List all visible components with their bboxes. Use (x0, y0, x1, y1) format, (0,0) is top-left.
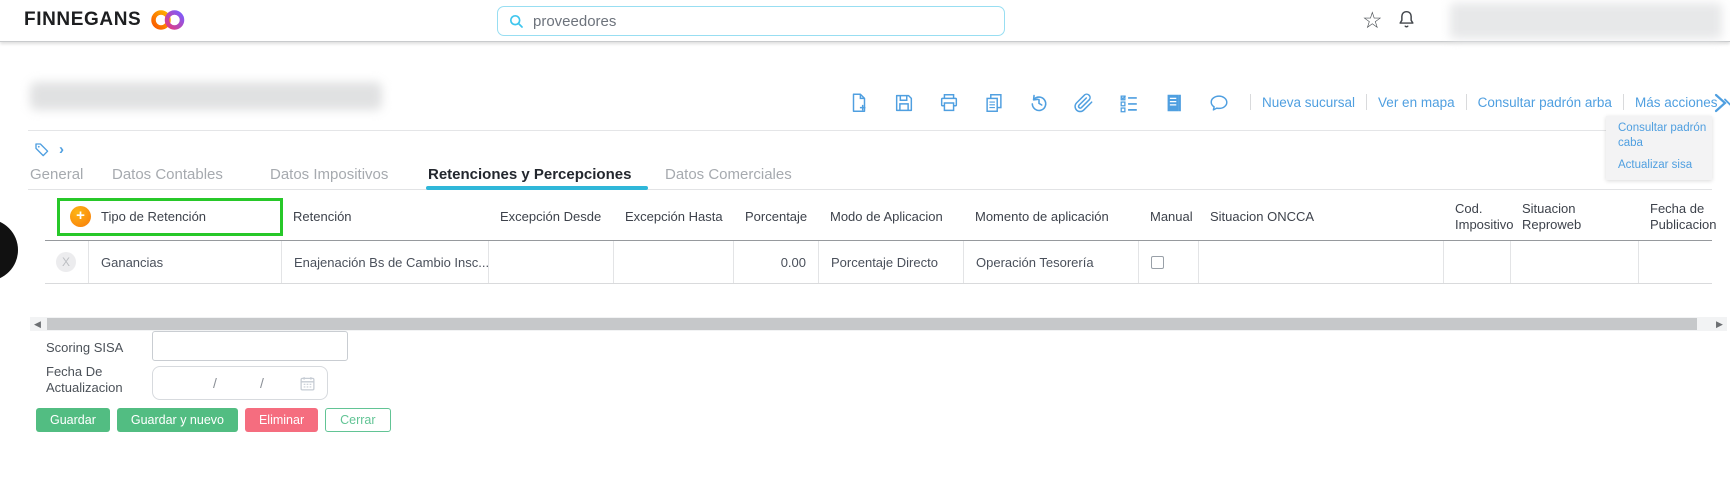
top-navigation-bar: FINNEGANS ☆ (0, 0, 1730, 42)
col-header-excepcion-desde: Excepción Desde (500, 209, 602, 224)
app-window: FINNEGANS ☆ (0, 0, 1730, 484)
date-separator: / (260, 375, 264, 391)
row-cell-manual (1138, 241, 1198, 283)
delete-row-icon[interactable]: X (56, 252, 76, 272)
search-icon (509, 14, 523, 28)
action-consultar-padron-arba[interactable]: Consultar padrón arba (1478, 95, 1612, 110)
tab-datos-impositivos[interactable]: Datos Impositivos (270, 166, 388, 183)
row-cell-excepcion-desde[interactable] (488, 241, 613, 283)
col-header-situacion-reproweb: Situacion Reproweb (1522, 201, 1582, 232)
date-separator: / (213, 375, 217, 391)
breadcrumb-chevron-icon: › (59, 141, 64, 158)
history-icon[interactable] (1028, 92, 1050, 114)
menu-item-consultar-padron-caba[interactable]: Consultar padrón caba (1618, 121, 1708, 151)
user-account-blurred[interactable] (1450, 3, 1722, 39)
separator (1366, 94, 1368, 110)
table-row: X Ganancias Enajenación Bs de Cambio Ins… (45, 240, 1712, 284)
new-document-icon[interactable] (848, 92, 870, 114)
mas-acciones-label: Más acciones (1634, 94, 1718, 110)
copy-icon[interactable] (983, 92, 1005, 114)
row-cell-momento[interactable]: Operación Tesorería (963, 241, 1138, 283)
col-header-fecha-publicacion: Fecha de Publicacion (1650, 201, 1717, 232)
tabs-baseline (28, 189, 1712, 190)
report-icon[interactable] (1163, 92, 1185, 114)
scoring-sisa-input[interactable] (152, 331, 348, 361)
tab-datos-contables[interactable]: Datos Contables (112, 166, 223, 183)
col-header-situacion-oncca: Situacion ONCCA (1210, 209, 1315, 224)
scrollbar-left-arrow[interactable]: ◀ (30, 317, 45, 331)
save-button[interactable]: Guardar (36, 408, 110, 432)
col-header-porcentaje: Porcentaje (745, 209, 808, 224)
search-input[interactable] (533, 12, 994, 30)
col-header-retencion: Retención (293, 209, 352, 224)
form-buttons: Guardar Guardar y nuevo Eliminar Cerrar (36, 408, 391, 432)
fecha-actualizacion-date-input[interactable]: / / (152, 366, 328, 400)
print-icon[interactable] (938, 92, 960, 114)
tab-datos-comerciales[interactable]: Datos Comerciales (665, 166, 792, 183)
horizontal-scrollbar[interactable]: ◀ ▶ (30, 317, 1727, 331)
row-cell-situacion-oncca[interactable] (1198, 241, 1443, 283)
delete-button[interactable]: Eliminar (244, 408, 319, 432)
calendar-icon[interactable] (299, 375, 316, 392)
col-header-tipo-retencion: Tipo de Retención (101, 209, 207, 224)
record-action-links: Nueva sucursal Ver en mapa Consultar pad… (1250, 94, 1730, 110)
fecha-actualizacion-label: Fecha De Actualizacion (46, 364, 123, 395)
row-cell-tipo[interactable]: Ganancias (88, 241, 281, 283)
save-icon[interactable] (893, 92, 915, 114)
comments-icon[interactable] (1208, 92, 1230, 114)
chevron-down-icon (1723, 98, 1730, 106)
save-and-new-button[interactable]: Guardar y nuevo (116, 408, 238, 432)
scrollbar-right-arrow[interactable]: ▶ (1712, 317, 1727, 331)
tag-icon[interactable] (34, 142, 50, 158)
brand-wordmark: FINNEGANS (24, 9, 142, 30)
separator (1465, 94, 1467, 110)
manual-checkbox[interactable] (1151, 255, 1164, 269)
row-cell-modo[interactable]: Porcentaje Directo (818, 241, 963, 283)
attachment-icon[interactable] (1073, 92, 1095, 114)
tab-general[interactable]: General (30, 166, 83, 183)
action-ver-en-mapa[interactable]: Ver en mapa (1378, 95, 1455, 110)
col-header-excepcion-hasta: Excepción Hasta (625, 209, 723, 224)
annotation-cursor-dot (0, 219, 18, 281)
record-toolbar (848, 92, 1230, 114)
scrollbar-thumb[interactable] (47, 318, 1697, 330)
row-cell-fecha-publicacion[interactable] (1638, 241, 1712, 283)
row-cell-porcentaje[interactable]: 0.00 (733, 241, 818, 283)
mas-acciones-dropdown: Consultar padrón caba Actualizar sisa (1606, 116, 1712, 180)
row-cell-delete: X (45, 241, 88, 283)
global-search (497, 6, 1005, 36)
col-header-momento-aplicacion: Momento de aplicación (975, 209, 1109, 224)
close-button[interactable]: Cerrar (325, 408, 391, 432)
mas-acciones-menu[interactable]: Más acciones (1635, 95, 1730, 110)
separator (1250, 94, 1251, 110)
checklist-icon[interactable] (1118, 92, 1140, 114)
action-nueva-sucursal[interactable]: Nueva sucursal (1262, 95, 1355, 110)
add-row-plus-button[interactable]: + (70, 206, 91, 227)
notifications-bell-icon[interactable] (1396, 8, 1417, 37)
col-header-cod-impositivo: Cod. Impositivo (1455, 201, 1514, 232)
separator (1622, 94, 1624, 110)
col-header-manual: Manual (1150, 209, 1193, 224)
row-cell-excepcion-hasta[interactable] (613, 241, 733, 283)
breadcrumb: › (34, 141, 64, 158)
favorite-star-icon[interactable]: ☆ (1362, 6, 1383, 34)
row-cell-situacion-reproweb[interactable] (1510, 241, 1638, 283)
row-cell-retencion[interactable]: Enajenación Bs de Cambio Insc... (281, 241, 488, 283)
scoring-sisa-label: Scoring SISA (46, 340, 124, 355)
active-tab-underline (426, 186, 648, 190)
col-header-modo-aplicacion: Modo de Aplicacion (830, 209, 943, 224)
finnegans-logo[interactable]: FINNEGANS (24, 8, 190, 32)
brand-infinity-icon (151, 10, 185, 30)
row-cell-cod-impositivo[interactable] (1443, 241, 1510, 283)
menu-item-actualizar-sisa[interactable]: Actualizar sisa (1618, 158, 1708, 173)
tab-retenciones-y-percepciones[interactable]: Retenciones y Percepciones (428, 166, 631, 183)
record-title-blurred (30, 82, 382, 110)
header-divider (28, 130, 1712, 131)
